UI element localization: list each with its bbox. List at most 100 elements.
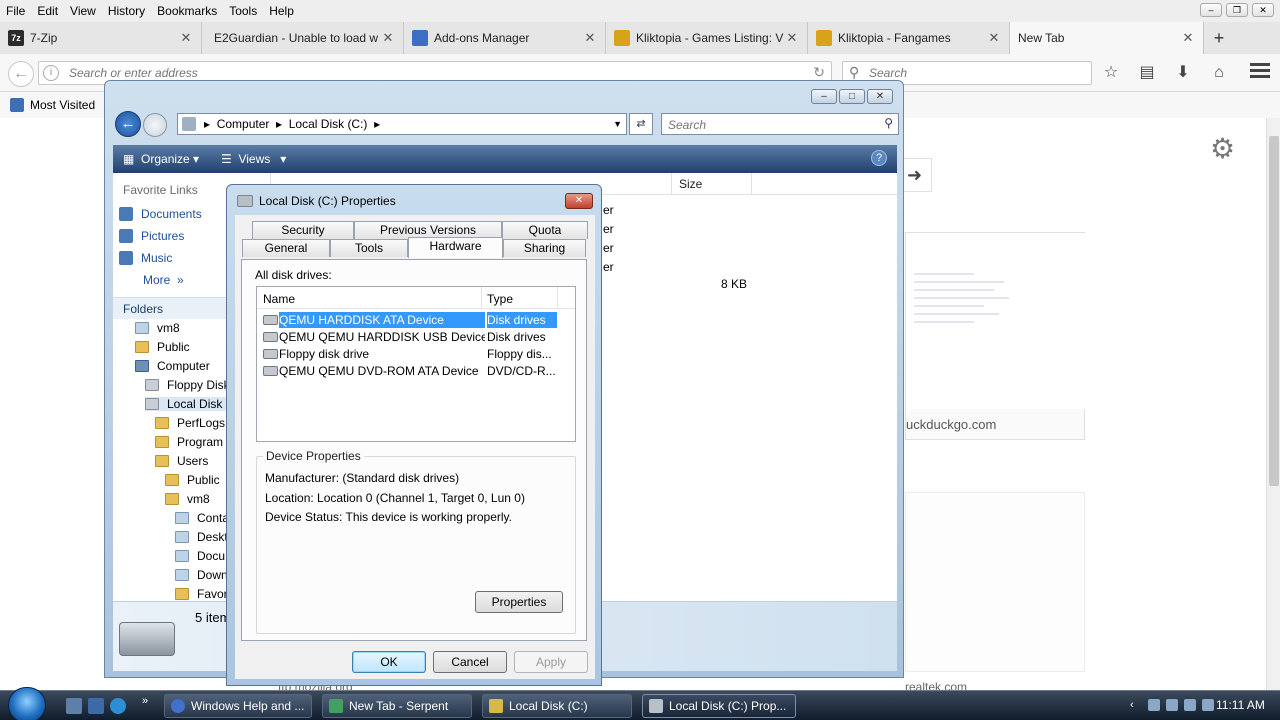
menu-help[interactable]: Help bbox=[263, 4, 300, 18]
tab-7zip[interactable]: 7z 7-Zip ✕ bbox=[0, 22, 202, 54]
most-visited-link[interactable]: Most Visited bbox=[30, 98, 95, 112]
column-type[interactable]: Type bbox=[487, 292, 513, 306]
favorite-documents[interactable]: Documents bbox=[119, 207, 202, 221]
tree-item[interactable]: Computer bbox=[135, 359, 210, 373]
tab-kliktopia-fangames[interactable]: Kliktopia - Fangames ✕ bbox=[808, 22, 1010, 54]
site-thumbnail-empty[interactable] bbox=[905, 492, 1085, 672]
list-item[interactable]: QEMU QEMU DVD-ROM ATA Device DVD/CD-R... bbox=[261, 363, 557, 379]
views-button[interactable]: ☰ Views ▾ bbox=[221, 152, 286, 166]
tab-kliktopia-listing[interactable]: Kliktopia - Games Listing: V ✕ bbox=[606, 22, 808, 54]
taskbar-help[interactable]: Windows Help and ... bbox=[164, 694, 312, 718]
tab-close-icon[interactable]: ✕ bbox=[1181, 30, 1195, 46]
column-size[interactable]: Size bbox=[679, 177, 702, 191]
safely-remove-icon[interactable] bbox=[1148, 699, 1160, 711]
address-bar[interactable]: ▸ Computer ▸ Local Disk (C:) ▸ ▼ bbox=[177, 113, 627, 135]
tree-item[interactable]: Users bbox=[155, 454, 208, 468]
tab-close-icon[interactable]: ✕ bbox=[583, 30, 597, 46]
help-icon[interactable]: ? bbox=[871, 150, 887, 166]
new-tab-button[interactable]: + bbox=[1204, 22, 1234, 54]
breadcrumb-computer[interactable]: Computer bbox=[217, 117, 270, 131]
list-item[interactable]: QEMU HARDDISK ATA Device Disk drives bbox=[261, 312, 557, 328]
disk-drives-list[interactable]: Name Type QEMU HARDDISK ATA Device Disk … bbox=[256, 286, 576, 442]
list-item[interactable]: QEMU QEMU HARDDISK USB Device Disk drive… bbox=[261, 329, 557, 345]
explorer-search-input[interactable] bbox=[666, 117, 866, 133]
menu-file[interactable]: File bbox=[0, 4, 31, 18]
tab-general[interactable]: General bbox=[242, 239, 330, 257]
tree-item[interactable]: PerfLogs bbox=[155, 416, 225, 430]
favorite-music[interactable]: Music bbox=[119, 251, 172, 265]
tab-addons[interactable]: Add-ons Manager ✕ bbox=[404, 22, 606, 54]
menu-icon[interactable] bbox=[1250, 63, 1270, 81]
column-name[interactable]: Name bbox=[263, 292, 295, 306]
breadcrumb-local-disk[interactable]: Local Disk (C:) bbox=[289, 117, 368, 131]
arrow-right-icon[interactable]: ➜ bbox=[902, 158, 932, 192]
tab-hardware[interactable]: Hardware bbox=[408, 237, 503, 258]
reading-list-icon[interactable]: ▤ bbox=[1136, 63, 1158, 83]
maximize-button[interactable]: □ bbox=[839, 89, 865, 104]
apply-button[interactable]: Apply bbox=[514, 651, 588, 673]
reload-icon[interactable]: ↻ bbox=[813, 64, 825, 81]
tree-item[interactable]: Docu bbox=[175, 549, 225, 563]
tab-close-icon[interactable]: ✕ bbox=[381, 30, 395, 46]
close-icon[interactable]: ✕ bbox=[565, 193, 593, 209]
tab-close-icon[interactable]: ✕ bbox=[179, 30, 193, 46]
home-icon[interactable]: ⌂ bbox=[1208, 63, 1230, 83]
tab-new-tab[interactable]: New Tab ✕ bbox=[1010, 22, 1204, 54]
tree-item[interactable]: Program F bbox=[155, 435, 234, 449]
volume-icon[interactable] bbox=[1184, 699, 1196, 711]
close-button[interactable]: ✕ bbox=[1252, 3, 1274, 17]
page-scrollbar[interactable] bbox=[1266, 118, 1280, 690]
minimize-button[interactable]: – bbox=[811, 89, 837, 104]
tree-item[interactable]: vm8 bbox=[135, 321, 180, 335]
taskbar-properties[interactable]: Local Disk (C:) Prop... bbox=[642, 694, 796, 718]
url-input[interactable] bbox=[67, 65, 767, 81]
chevron-left-icon[interactable]: ‹ bbox=[1130, 699, 1142, 711]
show-desktop-icon[interactable] bbox=[66, 698, 82, 714]
tab-close-icon[interactable]: ✕ bbox=[987, 30, 1001, 46]
start-button[interactable] bbox=[8, 687, 46, 720]
minimize-button[interactable]: – bbox=[1200, 3, 1222, 17]
list-item[interactable]: Floppy disk drive Floppy dis... bbox=[261, 346, 557, 362]
favorite-pictures[interactable]: Pictures bbox=[119, 229, 184, 243]
ok-button[interactable]: OK bbox=[352, 651, 426, 673]
tree-item[interactable]: Public bbox=[165, 473, 220, 487]
tree-item[interactable]: Favori bbox=[175, 587, 230, 601]
menu-edit[interactable]: Edit bbox=[31, 4, 64, 18]
close-button[interactable]: ✕ bbox=[867, 89, 893, 104]
taskbar-browser[interactable]: New Tab - Serpent bbox=[322, 694, 472, 718]
network-icon[interactable] bbox=[1166, 699, 1178, 711]
chevron-right-icon[interactable]: » bbox=[142, 695, 158, 711]
tab-e2guardian[interactable]: E2Guardian - Unable to load w ✕ bbox=[202, 22, 404, 54]
search-icon[interactable]: ⚲ bbox=[884, 116, 893, 130]
power-icon[interactable] bbox=[1202, 699, 1214, 711]
taskbar-explorer[interactable]: Local Disk (C:) bbox=[482, 694, 632, 718]
tree-item[interactable]: Floppy Disk bbox=[145, 378, 230, 392]
restore-button[interactable]: ❐ bbox=[1226, 3, 1248, 17]
search-input[interactable] bbox=[867, 65, 1067, 81]
menu-view[interactable]: View bbox=[64, 4, 102, 18]
properties-button[interactable]: Properties bbox=[475, 591, 563, 613]
tree-item[interactable]: Conta bbox=[175, 511, 229, 525]
tree-item[interactable]: Downl bbox=[175, 568, 230, 582]
downloads-icon[interactable]: ⬇ bbox=[1172, 63, 1194, 83]
forward-arrow-icon[interactable] bbox=[143, 113, 167, 137]
scrollbar-thumb[interactable] bbox=[1269, 136, 1279, 486]
tree-item[interactable]: Public bbox=[135, 340, 190, 354]
switch-windows-icon[interactable] bbox=[88, 698, 104, 714]
menu-tools[interactable]: Tools bbox=[223, 4, 263, 18]
tab-tools[interactable]: Tools bbox=[330, 239, 408, 257]
tab-sharing[interactable]: Sharing bbox=[503, 239, 586, 257]
menu-history[interactable]: History bbox=[102, 4, 151, 18]
back-arrow-icon[interactable]: ← bbox=[115, 111, 141, 137]
tab-quota[interactable]: Quota bbox=[502, 221, 588, 239]
menu-bookmarks[interactable]: Bookmarks bbox=[151, 4, 223, 18]
site-thumbnail[interactable]: uckduckgo.com bbox=[905, 232, 1086, 440]
gear-icon[interactable]: ⚙ bbox=[1210, 132, 1235, 165]
tree-item[interactable]: vm8 bbox=[165, 492, 210, 506]
bookmark-star-icon[interactable]: ☆ bbox=[1100, 63, 1122, 83]
refresh-icon[interactable]: ⇄ bbox=[629, 113, 653, 135]
internet-explorer-icon[interactable] bbox=[110, 698, 126, 714]
tab-close-icon[interactable]: ✕ bbox=[785, 30, 799, 46]
tab-security[interactable]: Security bbox=[252, 221, 354, 239]
organize-button[interactable]: ▦ Organize ▾ bbox=[123, 152, 199, 166]
